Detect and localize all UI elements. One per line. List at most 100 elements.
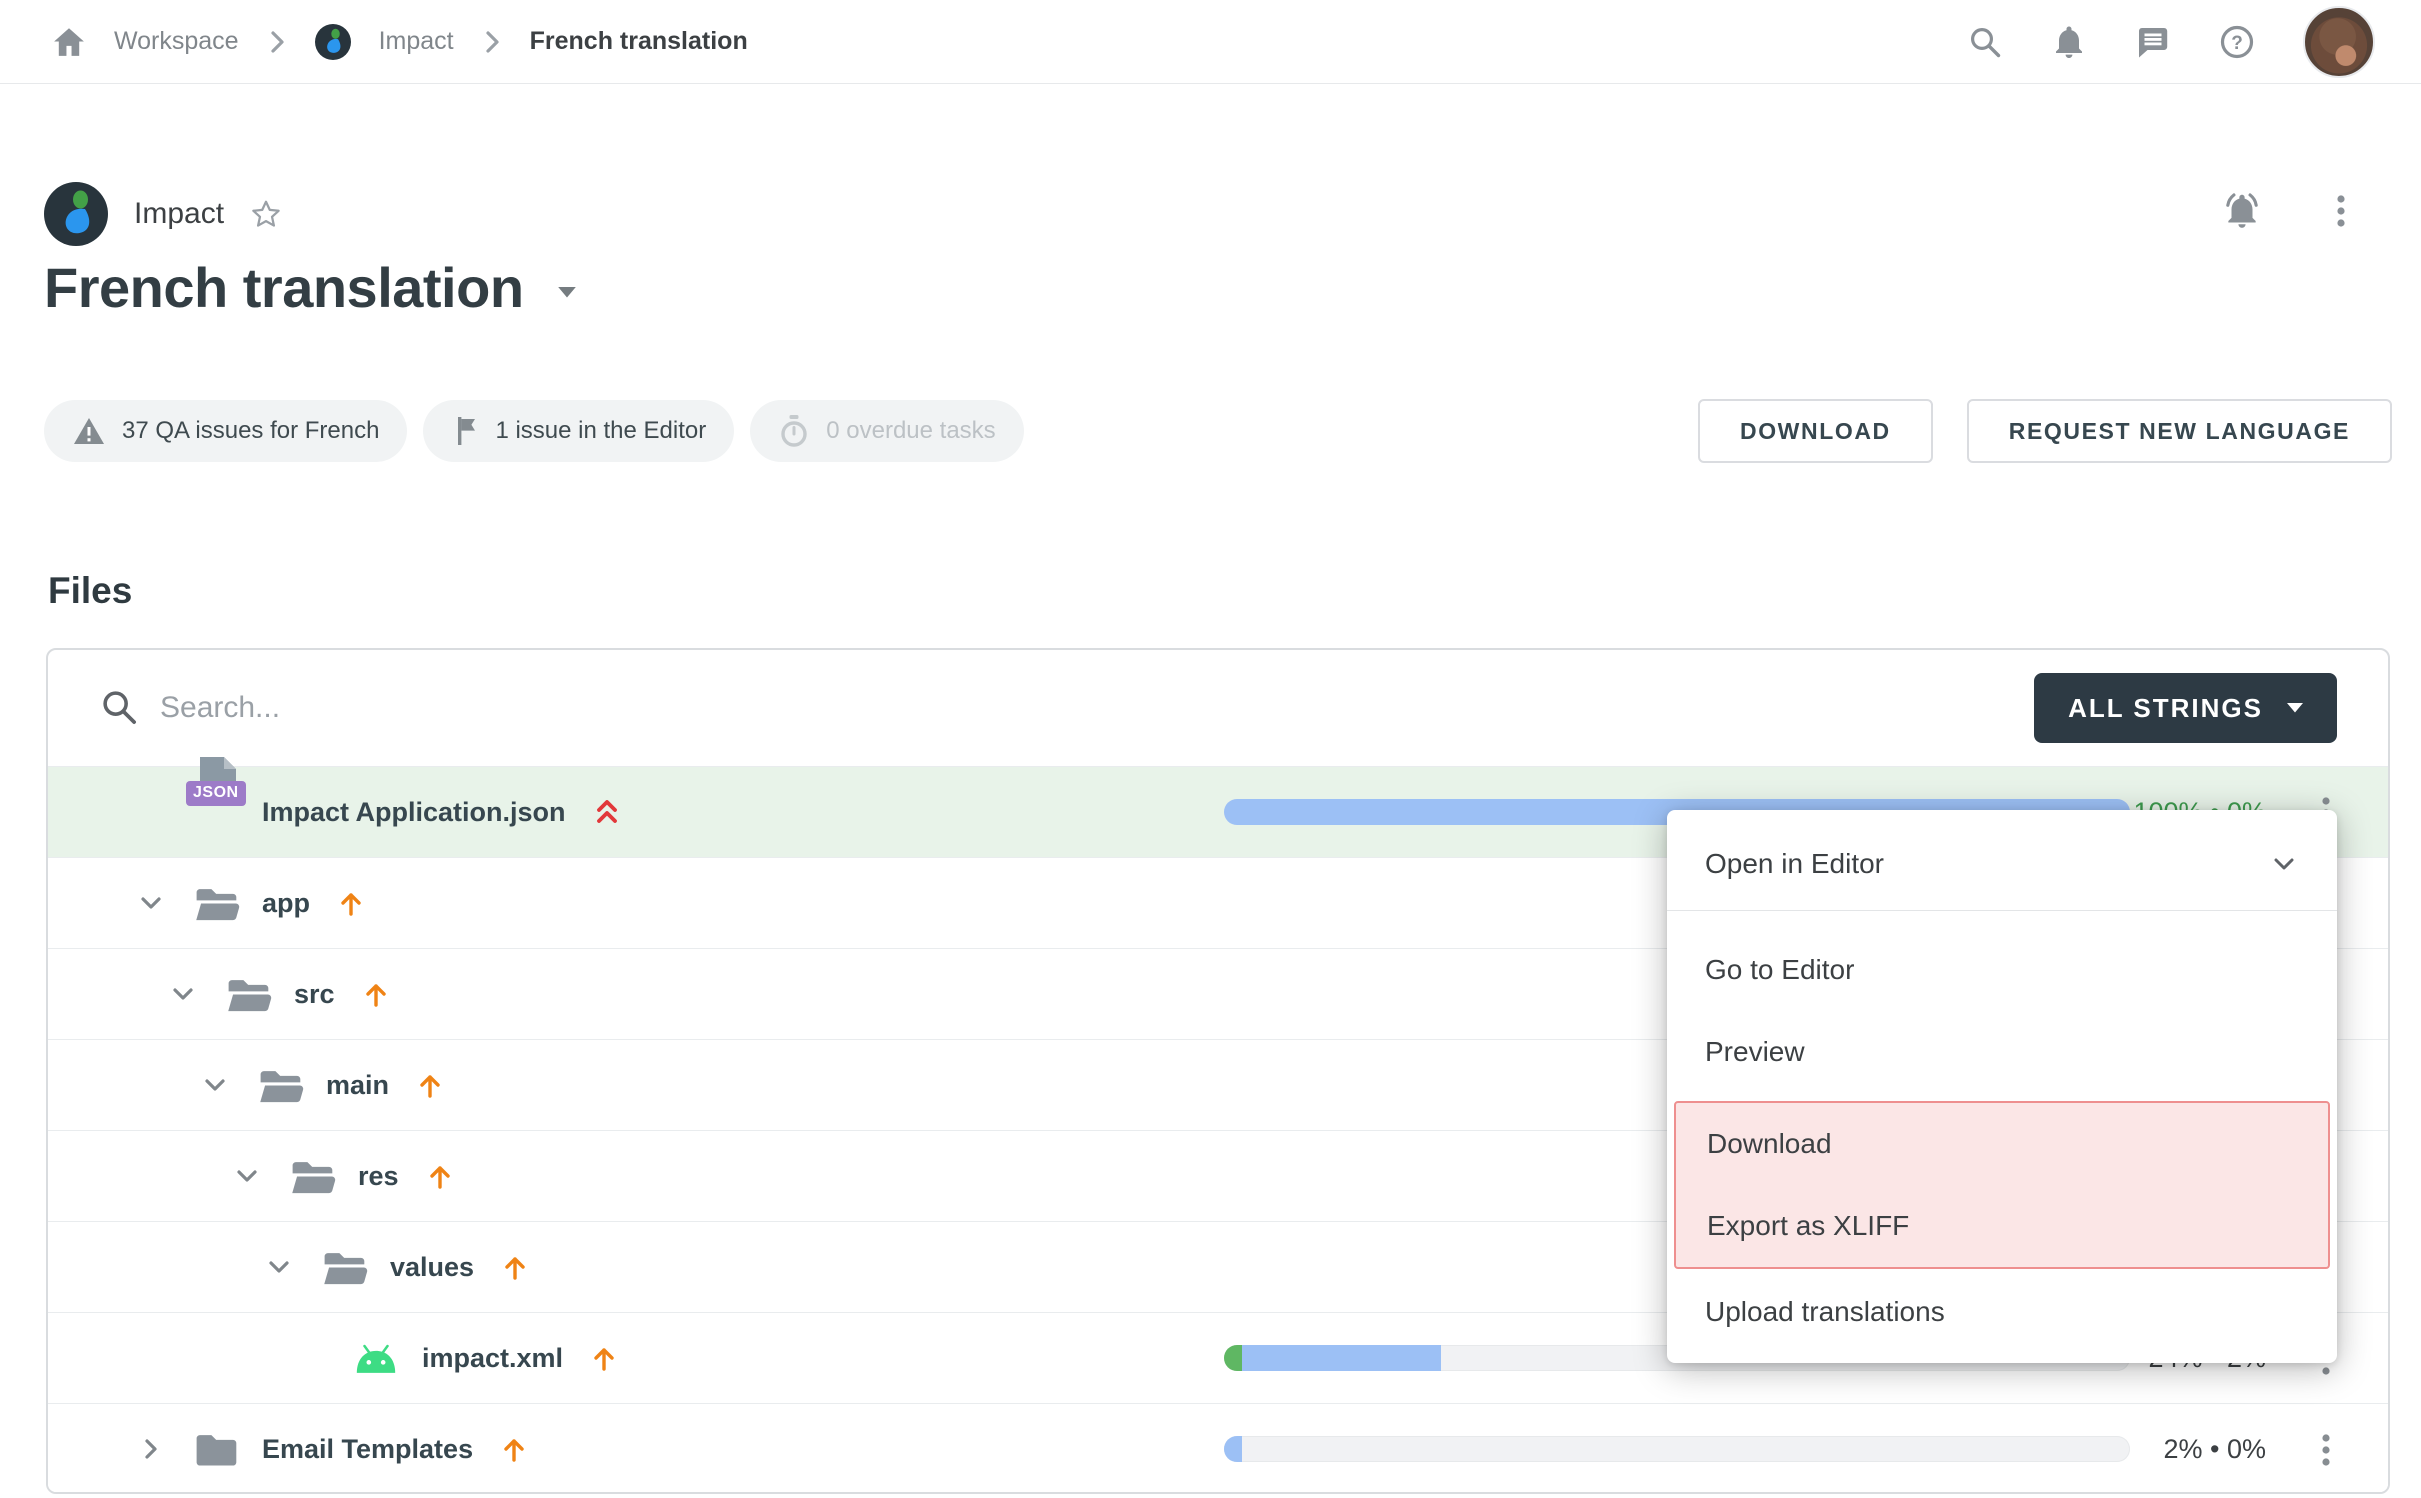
- chevron-spacer: [296, 1343, 326, 1373]
- folder-name[interactable]: app: [262, 888, 310, 919]
- breadcrumb-project[interactable]: Impact: [379, 27, 454, 56]
- menu-item-upload-translations[interactable]: Upload translations: [1667, 1269, 2337, 1351]
- project-header-actions: [2221, 192, 2347, 230]
- breadcrumb-workspace[interactable]: Workspace: [114, 27, 239, 56]
- strings-filter-label: ALL STRINGS: [2068, 693, 2263, 724]
- project-name[interactable]: Impact: [134, 197, 224, 231]
- search-input[interactable]: [160, 678, 1460, 738]
- chevron-down-icon[interactable]: [168, 979, 198, 1009]
- chip-label: 37 QA issues for French: [122, 417, 379, 445]
- flag-icon: [451, 415, 479, 447]
- tree-cell: JSON Impact Application.json: [48, 783, 622, 841]
- title-dropdown-caret-icon[interactable]: [558, 287, 576, 298]
- tree-cell: res: [48, 1157, 455, 1196]
- folder-name[interactable]: values: [390, 1252, 474, 1283]
- menu-item-preview[interactable]: Preview: [1667, 1011, 2337, 1093]
- progress-stats: 2% • 0%: [2046, 1404, 2266, 1494]
- highlighted-menu-group: Download Export as XLIFF: [1674, 1101, 2330, 1269]
- warning-icon: [72, 416, 106, 446]
- folder-name[interactable]: main: [326, 1070, 389, 1101]
- search-icon: [100, 688, 138, 726]
- upload-arrow-icon: [361, 979, 391, 1009]
- kebab-menu-icon[interactable]: [2316, 1404, 2336, 1494]
- progress-bar: [1224, 1436, 2130, 1462]
- progress-translated: [1224, 1436, 1242, 1462]
- upload-arrow-icon: [500, 1252, 530, 1282]
- chevron-spacer: [136, 797, 166, 827]
- menu-item-label: Export as XLIFF: [1707, 1210, 1909, 1242]
- folder-open-icon: [288, 1157, 336, 1196]
- folder-open-icon: [320, 1248, 368, 1287]
- files-heading: Files: [48, 570, 132, 612]
- chevron-down-icon[interactable]: [232, 1161, 262, 1191]
- folder-name[interactable]: Email Templates: [262, 1434, 473, 1465]
- project-logo[interactable]: [315, 24, 351, 60]
- search-icon[interactable]: [1967, 24, 2003, 60]
- upload-arrow-icon: [589, 1343, 619, 1373]
- project-logo: [44, 182, 108, 246]
- chevron-down-icon[interactable]: [200, 1070, 230, 1100]
- overdue-tasks-chip: 0 overdue tasks: [750, 400, 1023, 462]
- kebab-menu-icon[interactable]: [2335, 193, 2347, 229]
- chip-label: 1 issue in the Editor: [495, 417, 706, 445]
- messages-icon[interactable]: [2135, 24, 2171, 60]
- files-search-row: ALL STRINGS: [48, 650, 2388, 766]
- tree-cell: main: [48, 1066, 445, 1105]
- upload-arrow-icon: [336, 888, 366, 918]
- project-header: Impact: [44, 182, 282, 246]
- folder-row-email-templates[interactable]: Email Templates 2% • 0%: [48, 1403, 2388, 1494]
- progress-translated: [1242, 1345, 1441, 1371]
- menu-item-go-to-editor[interactable]: Go to Editor: [1667, 929, 2337, 1011]
- user-avatar[interactable]: [2303, 6, 2375, 78]
- notifications-bell-icon[interactable]: [2051, 24, 2087, 60]
- upload-arrow-icon: [425, 1161, 455, 1191]
- qa-issues-chip[interactable]: 37 QA issues for French: [44, 400, 407, 462]
- chevron-down-icon[interactable]: [264, 1252, 294, 1282]
- file-context-menu: Open in Editor Go to Editor Preview Down…: [1667, 810, 2337, 1363]
- json-file-icon: JSON: [192, 783, 240, 841]
- editor-issues-chip[interactable]: 1 issue in the Editor: [423, 400, 734, 462]
- menu-item-download[interactable]: Download: [1676, 1103, 2328, 1185]
- breadcrumb-current-page: French translation: [530, 27, 748, 56]
- download-button[interactable]: DOWNLOAD: [1698, 399, 1933, 463]
- page-actions: DOWNLOAD REQUEST NEW LANGUAGE: [1698, 399, 2392, 463]
- tree-cell: src: [48, 975, 391, 1014]
- menu-item-label: Go to Editor: [1705, 954, 1854, 986]
- priority-high-icon: [592, 796, 622, 828]
- strings-filter-button[interactable]: ALL STRINGS: [2034, 673, 2337, 743]
- request-new-language-button[interactable]: REQUEST NEW LANGUAGE: [1967, 399, 2392, 463]
- menu-item-label: Open in Editor: [1705, 848, 1884, 880]
- stopwatch-icon: [778, 414, 810, 448]
- page: Workspace Impact French translation Impa…: [0, 0, 2421, 1498]
- status-chips: 37 QA issues for French 1 issue in the E…: [44, 400, 1024, 462]
- menu-item-label: Download: [1707, 1128, 1832, 1160]
- folder-icon: [192, 1430, 240, 1469]
- upload-arrow-icon: [499, 1434, 529, 1464]
- menu-item-export-as-xliff[interactable]: Export as XLIFF: [1676, 1185, 2328, 1267]
- chip-label: 0 overdue tasks: [826, 417, 995, 445]
- help-icon[interactable]: [2219, 24, 2255, 60]
- json-badge: JSON: [186, 781, 246, 806]
- chevron-right-icon[interactable]: [136, 1434, 166, 1464]
- tree-cell: app: [48, 884, 366, 923]
- menu-item-open-in-editor[interactable]: Open in Editor: [1667, 818, 2337, 910]
- chevron-down-icon[interactable]: [136, 888, 166, 918]
- menu-section: Go to Editor Preview Download Export as …: [1667, 911, 2337, 1351]
- home-icon[interactable]: [52, 26, 86, 58]
- folder-open-icon: [192, 884, 240, 923]
- file-name[interactable]: Impact Application.json: [262, 797, 566, 828]
- breadcrumb: Workspace Impact French translation: [52, 24, 748, 60]
- notifications-active-icon[interactable]: [2221, 192, 2263, 230]
- folder-name[interactable]: src: [294, 979, 335, 1010]
- topbar-actions: [1967, 6, 2375, 78]
- chevron-right-icon: [482, 28, 502, 56]
- tree-cell: values: [48, 1248, 530, 1287]
- folder-name[interactable]: res: [358, 1161, 399, 1192]
- chevron-down-icon: [2287, 703, 2303, 713]
- star-favorite-icon[interactable]: [250, 198, 282, 230]
- page-title: French translation: [44, 255, 524, 320]
- upload-arrow-icon: [415, 1070, 445, 1100]
- tree-cell: impact.xml: [48, 1342, 619, 1375]
- folder-open-icon: [224, 975, 272, 1014]
- file-name[interactable]: impact.xml: [422, 1343, 563, 1374]
